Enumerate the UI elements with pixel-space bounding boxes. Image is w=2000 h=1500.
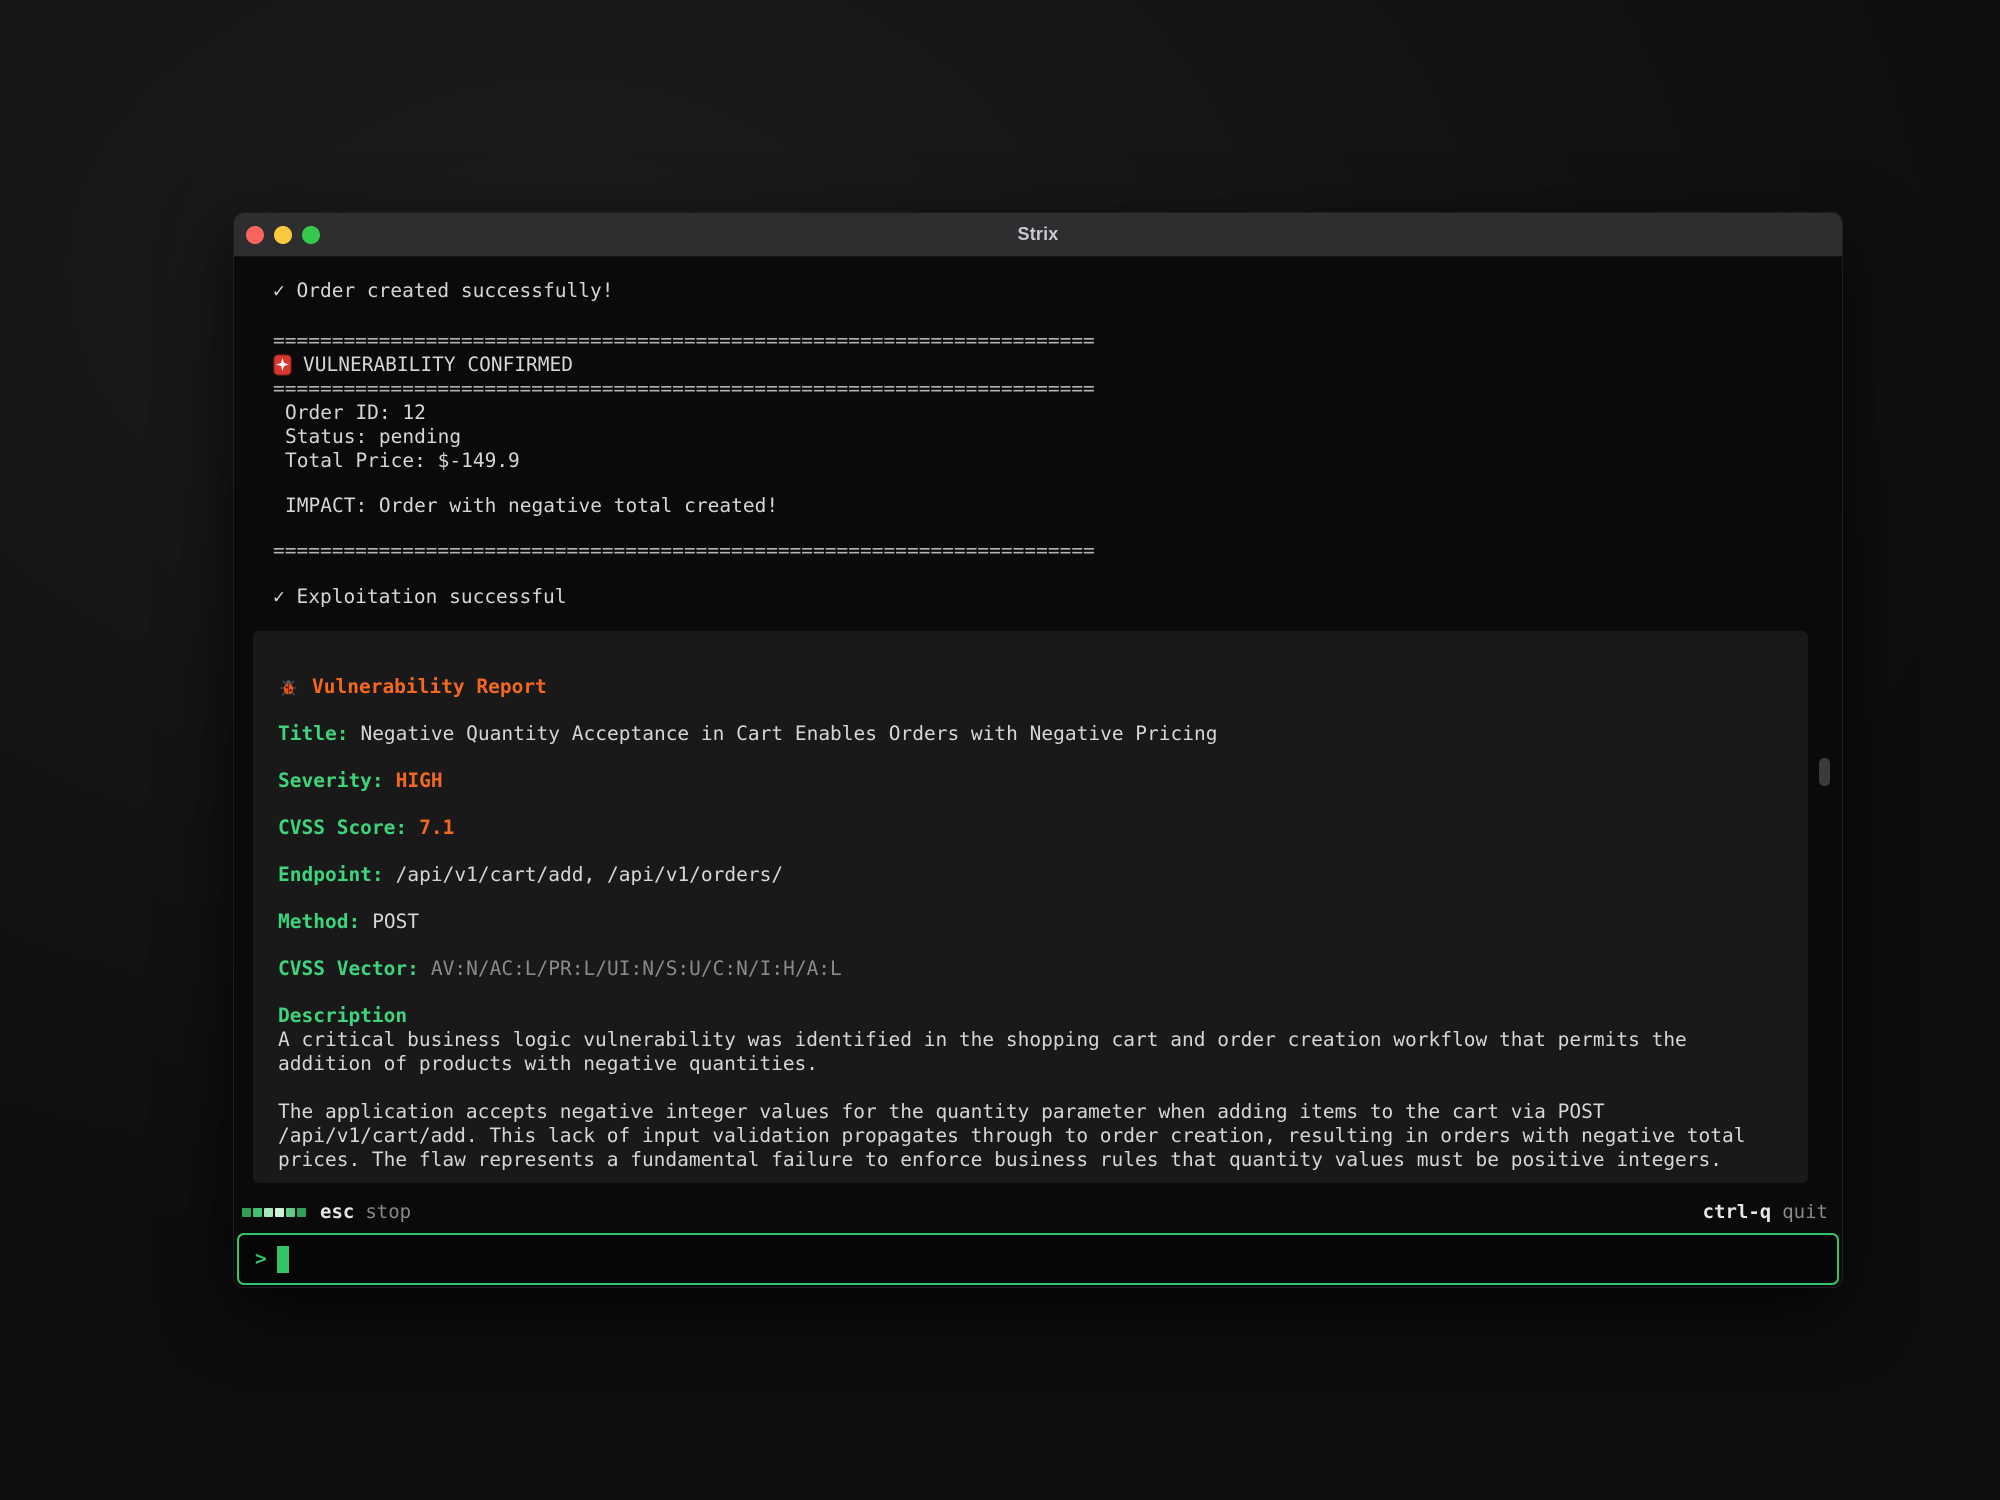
status-bar: esc stop ctrl-q quit [242, 1199, 1828, 1225]
description-text: /api/v1/cart/add. This lack of input val… [278, 1124, 1808, 1148]
esc-key-hint: esc [320, 1200, 354, 1224]
separator-line: ========================================… [273, 539, 1095, 563]
siren-icon [273, 354, 303, 376]
spinner-square [253, 1208, 262, 1217]
vulnerability-report-panel: Vulnerability Report Title:Negative Quan… [253, 631, 1808, 1183]
text-cursor [277, 1246, 289, 1273]
command-input[interactable]: > [237, 1233, 1839, 1285]
spinner-square [297, 1208, 306, 1217]
spinner-square [275, 1208, 284, 1217]
spinner-square [264, 1208, 273, 1217]
terminal-content: ✓ Order created successfully! ==========… [234, 257, 1842, 1287]
close-button[interactable] [246, 226, 264, 244]
activity-spinner [242, 1208, 306, 1217]
order-status-line: Status: pending [273, 425, 1095, 449]
description-text: addition of products with negative quant… [278, 1052, 1808, 1076]
report-field-endpoint: Endpoint:/api/v1/cart/add, /api/v1/order… [278, 863, 1808, 887]
spinner-square [242, 1208, 251, 1217]
minimize-button[interactable] [274, 226, 292, 244]
input-prompt: > [255, 1247, 267, 1271]
order-success-message: ✓ Order created successfully! [273, 279, 1095, 303]
description-text: A critical business logic vulnerability … [278, 1028, 1808, 1052]
report-header-label: Vulnerability Report [312, 675, 547, 699]
report-field-method: Method:POST [278, 910, 1808, 934]
report-header: Vulnerability Report [278, 675, 1808, 699]
order-id-line: Order ID: 12 [273, 401, 1095, 425]
order-total-line: Total Price: $-149.9 [273, 449, 1095, 473]
traffic-lights [246, 226, 320, 244]
stop-action-label: stop [365, 1200, 411, 1224]
exploitation-success-message: ✓ Exploitation successful [273, 585, 1095, 609]
quit-key-hint: ctrl-q [1703, 1200, 1772, 1224]
vulnerability-confirmed-label: VULNERABILITY CONFIRMED [303, 353, 573, 377]
quit-action-label: quit [1782, 1200, 1828, 1224]
report-field-cvss-score: CVSS Score:7.1 [278, 816, 1808, 840]
impact-line: IMPACT: Order with negative total create… [273, 494, 1095, 518]
description-text: prices. The flaw represents a fundamenta… [278, 1148, 1808, 1172]
vulnerability-confirmed-heading: VULNERABILITY CONFIRMED [273, 353, 1095, 377]
scrollback-log: ✓ Order created successfully! ==========… [273, 279, 1095, 609]
separator-line: ========================================… [273, 329, 1095, 353]
window-title: Strix [1017, 224, 1058, 245]
report-field-cvss-vector: CVSS Vector:AV:N/AC:L/PR:L/UI:N/S:U/C:N/… [278, 957, 1808, 981]
terminal-window: Strix ✓ Order created successfully! ====… [233, 212, 1843, 1288]
scrollbar-thumb[interactable] [1819, 758, 1830, 786]
description-heading: Description [278, 1004, 1808, 1028]
report-field-severity: Severity:HIGH [278, 769, 1808, 793]
report-field-title: Title:Negative Quantity Acceptance in Ca… [278, 722, 1808, 746]
separator-line: ========================================… [273, 377, 1095, 401]
maximize-button[interactable] [302, 226, 320, 244]
bug-icon [278, 677, 312, 698]
title-bar: Strix [234, 213, 1842, 257]
spinner-square [286, 1208, 295, 1217]
description-text: The application accepts negative integer… [278, 1100, 1808, 1124]
